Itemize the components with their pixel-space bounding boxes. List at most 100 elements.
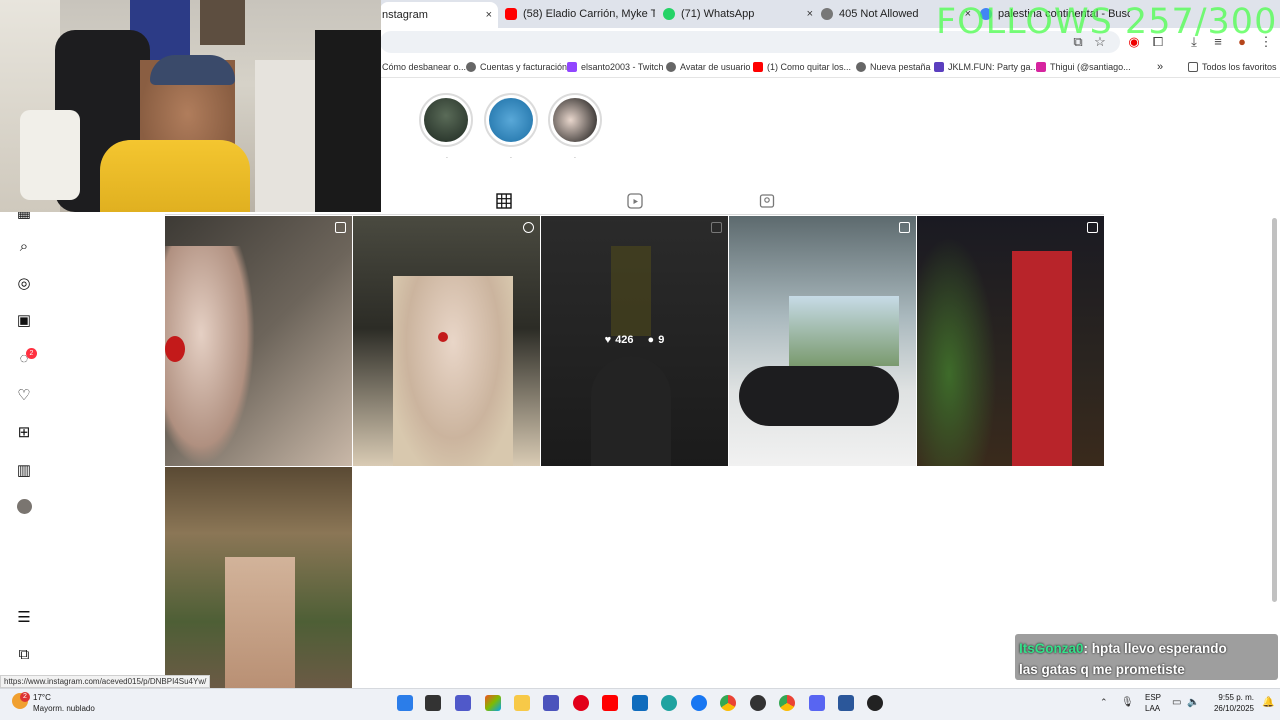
bookmark-label: Cuentas y facturación	[480, 62, 568, 72]
dashboard-icon[interactable]: ▥	[15, 462, 33, 480]
create-icon[interactable]: ⊞	[15, 424, 33, 442]
post-image	[225, 557, 295, 688]
reels-tab[interactable]	[627, 193, 643, 209]
grid-icon	[496, 193, 512, 209]
bookmark-label: elsanto2003 - Twitch	[581, 62, 664, 72]
threads-icon[interactable]: ⧉	[15, 646, 33, 664]
heart-icon[interactable]: ♡	[15, 387, 33, 405]
bookmark-item[interactable]: JKLM.FUN: Party ga...	[934, 60, 1038, 74]
globe-icon	[466, 62, 476, 72]
chrome-icon[interactable]	[779, 695, 795, 711]
chevron-up-icon[interactable]: ⌃	[1100, 697, 1108, 708]
likes-count: 426	[615, 334, 634, 346]
reels-icon[interactable]: ▣	[15, 312, 33, 330]
all-bookmarks[interactable]: Todos los favoritos	[1188, 60, 1277, 74]
post-thumbnail[interactable]	[353, 216, 540, 466]
explore-icon[interactable]: ◎	[15, 275, 33, 293]
story-image	[489, 98, 533, 142]
chat-app-icon[interactable]	[455, 695, 471, 711]
notification-badge: 2	[26, 348, 37, 359]
weather-temp: 17°C	[33, 693, 51, 702]
store-icon[interactable]	[632, 695, 648, 711]
network-icon[interactable]: ▭	[1172, 697, 1181, 708]
carousel-icon	[711, 222, 722, 233]
gaming-chair	[20, 110, 80, 200]
search-icon[interactable]: ⌕	[15, 238, 33, 256]
likes-stat: ♥ 426	[605, 334, 634, 346]
input-language[interactable]: ESP	[1145, 693, 1161, 702]
bookmark-label: Avatar de usuario	[680, 62, 751, 72]
chat-text: : hpta llevo esperando	[1083, 641, 1227, 656]
notifications-icon[interactable]: 🔔	[1262, 697, 1274, 708]
bookmark-item[interactable]: Cómo desbanear o...	[382, 60, 466, 74]
bookmark-label: Todos los favoritos	[1202, 62, 1277, 72]
post-image-detail	[438, 332, 448, 342]
globe-icon	[821, 8, 833, 20]
chrome-icon[interactable]	[720, 695, 736, 711]
menu-icon[interactable]: ☰	[15, 609, 33, 627]
story-highlight[interactable]	[548, 93, 602, 147]
reel-icon	[523, 222, 534, 233]
post-image	[393, 276, 513, 466]
twitch-icon	[567, 62, 577, 72]
bookmark-item[interactable]: Nueva pestaña	[856, 60, 931, 74]
clock-time[interactable]: 9:55 p. m.	[1212, 693, 1254, 702]
volume-icon[interactable]: 🔈	[1187, 697, 1199, 708]
story-highlight[interactable]	[484, 93, 538, 147]
media-player-icon[interactable]	[867, 695, 883, 711]
bookmark-item[interactable]: Avatar de usuario	[666, 60, 750, 74]
close-icon[interactable]: ×	[486, 9, 492, 21]
windows-start-icon[interactable]	[397, 695, 413, 711]
story-label: ·	[573, 153, 577, 162]
avatar[interactable]	[15, 499, 33, 517]
post-image	[789, 296, 899, 366]
opera-icon[interactable]	[573, 695, 589, 711]
tagged-tab[interactable]	[759, 193, 775, 209]
tab-youtube[interactable]: (58) Eladio Carrión, Myke Towe ×	[505, 4, 655, 24]
bookmark-item[interactable]: elsanto2003 - Twitch	[567, 60, 663, 74]
copilot-icon[interactable]	[485, 695, 501, 711]
bookmark-label: »	[1157, 61, 1164, 73]
post-thumbnail[interactable]	[165, 467, 352, 688]
obs-icon[interactable]	[750, 695, 766, 711]
close-icon[interactable]: ×	[807, 8, 813, 20]
bookmark-item[interactable]: Thigui (@santiago...	[1036, 60, 1131, 74]
post-thumbnail[interactable]: ♥ 426 ● 9	[541, 216, 728, 466]
bookmarks-overflow[interactable]: »	[1157, 60, 1163, 74]
bookmark-label: Nueva pestaña	[870, 62, 931, 72]
task-view-icon[interactable]	[425, 695, 441, 711]
scrollbar[interactable]	[1272, 218, 1277, 602]
bookmark-item[interactable]: Cuentas y facturación	[466, 60, 567, 74]
folder-icon	[1188, 62, 1198, 72]
tab-instagram[interactable]: nstagram ×	[380, 2, 498, 28]
post-thumbnail[interactable]	[917, 216, 1104, 466]
mic-icon[interactable]: 🎙	[1121, 697, 1134, 708]
word-icon[interactable]	[838, 695, 854, 711]
tab-whatsapp[interactable]: (71) WhatsApp ×	[663, 4, 813, 24]
story-image	[424, 98, 468, 142]
stream-chat-message: ItsGonza0: hpta llevo esperando las gata…	[1015, 634, 1278, 680]
clock-date[interactable]: 26/10/2025	[1206, 704, 1254, 713]
bookmark-label: Cómo desbanear o...	[382, 62, 467, 72]
whatsapp-icon	[663, 8, 675, 20]
input-layout[interactable]: LAA	[1145, 704, 1160, 713]
youtube-icon	[505, 8, 517, 20]
youtube-icon[interactable]	[602, 695, 618, 711]
discord-icon[interactable]	[809, 695, 825, 711]
bookmark-label: JKLM.FUN: Party ga...	[948, 62, 1039, 72]
post-thumbnail[interactable]	[729, 216, 916, 466]
youtube-icon	[753, 62, 763, 72]
jklm-icon	[934, 62, 944, 72]
chat-text: las gatas q me prometiste	[1019, 662, 1185, 677]
edge-icon[interactable]	[661, 695, 677, 711]
bookmark-label: Thigui (@santiago...	[1050, 62, 1131, 72]
post-thumbnail[interactable]	[165, 216, 352, 466]
teams-icon[interactable]	[543, 695, 559, 711]
facebook-icon[interactable]	[691, 695, 707, 711]
person-cap	[150, 55, 235, 85]
bookmark-item[interactable]: (1) Como quitar los...	[753, 60, 851, 74]
file-explorer-icon[interactable]	[514, 695, 530, 711]
tab-title: nstagram	[382, 9, 428, 21]
story-highlight[interactable]	[419, 93, 473, 147]
posts-tab[interactable]	[496, 193, 512, 209]
